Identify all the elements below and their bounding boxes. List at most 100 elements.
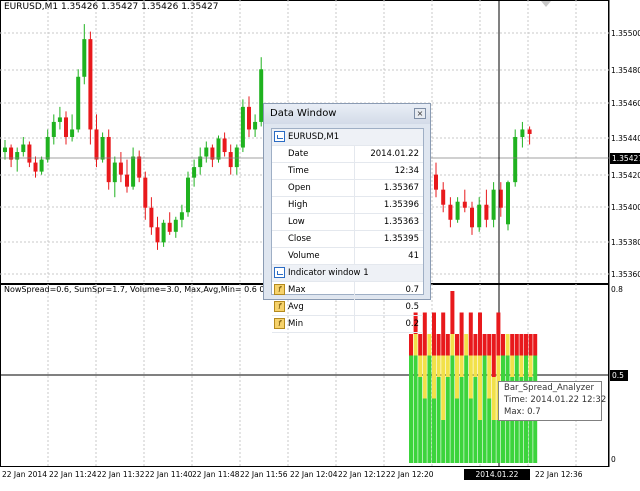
spread-avg-bar bbox=[487, 355, 492, 399]
price-tick-label: 1.35380 bbox=[611, 238, 640, 247]
close-icon[interactable]: × bbox=[414, 108, 426, 119]
data-window-row-label: Open bbox=[288, 183, 311, 193]
data-window-row-value: 41 bbox=[408, 251, 419, 261]
candle-body bbox=[204, 147, 209, 157]
data-window-row-label: Min bbox=[288, 319, 304, 329]
spread-avg-bar bbox=[491, 377, 496, 420]
data-window-row-label: Volume bbox=[288, 251, 320, 261]
spread-min-bar bbox=[432, 398, 436, 463]
indicator-window-icon bbox=[274, 267, 285, 278]
data-window-row-label: Max bbox=[288, 285, 306, 295]
spread-min-bar bbox=[478, 420, 482, 463]
time-tick-label: 22 Jan 12:12 bbox=[338, 470, 386, 479]
data-window-row-label: Avg bbox=[288, 302, 304, 312]
candle-body bbox=[462, 201, 467, 208]
data-window-symbol: EURUSD,M1 bbox=[288, 132, 340, 142]
price-tick-label: 1.35400 bbox=[611, 203, 640, 212]
time-tick-label: 22 Jan 11:48 bbox=[192, 470, 240, 479]
spread-avg-bar bbox=[459, 355, 464, 377]
candle-body bbox=[51, 121, 56, 137]
spread-min-bar bbox=[487, 398, 492, 463]
data-window-row-label: Low bbox=[288, 217, 305, 227]
spread-avg-bar bbox=[473, 355, 478, 377]
data-window-indicator-row: Indicator window 1 bbox=[272, 265, 423, 282]
time-tick-label: 22 Jan 12:36 bbox=[535, 470, 583, 479]
price-tick-label: 1.35420 bbox=[611, 171, 640, 180]
time-tick-label: 22 Jan 12:20 bbox=[386, 470, 434, 479]
candle-body bbox=[118, 162, 123, 175]
candle-body bbox=[167, 222, 172, 232]
candle-body bbox=[149, 207, 154, 228]
time-tick-label: 22 Jan 11:24 bbox=[49, 470, 97, 479]
time-tick-label: 22 Jan 2014 bbox=[2, 470, 47, 479]
spread-max-bar bbox=[468, 312, 473, 356]
spread-min-bar bbox=[482, 355, 487, 463]
candle-body bbox=[106, 136, 111, 183]
spread-max-bar bbox=[450, 291, 455, 334]
spread-max-bar bbox=[482, 334, 487, 356]
data-window-row-min: f Min 0.2 bbox=[272, 316, 423, 333]
time-tick-label: 22 Jan 11:56 bbox=[240, 470, 288, 479]
candle-body bbox=[125, 174, 129, 187]
candle-body bbox=[57, 117, 62, 122]
spread-max-bar bbox=[473, 334, 478, 356]
data-window-row-label: Time bbox=[288, 166, 309, 176]
data-window-titlebar[interactable]: Data Window × bbox=[264, 104, 430, 124]
function-icon: f bbox=[274, 318, 285, 329]
candle-body bbox=[216, 138, 221, 160]
data-window-row-value: 1.35395 bbox=[383, 234, 419, 244]
spread-max-bar bbox=[459, 312, 464, 356]
candle-body bbox=[222, 138, 227, 153]
spread-max-bar bbox=[436, 334, 441, 356]
data-window[interactable]: Data Window × EURUSD,M1 Date 2014.01.22 Ti… bbox=[263, 103, 431, 333]
spread-min-bar bbox=[445, 377, 450, 463]
candle-body bbox=[192, 167, 197, 178]
data-window-row-time: Time 12:34 bbox=[272, 163, 423, 180]
spread-max-bar bbox=[514, 334, 519, 356]
candle-body bbox=[234, 147, 239, 168]
spread-max-bar bbox=[455, 334, 459, 356]
spread-min-bar bbox=[441, 420, 446, 463]
candle-body bbox=[94, 129, 99, 160]
spread-avg-bar bbox=[445, 355, 450, 377]
chart-symbol-header: EURUSD,M1 1.35426 1.35427 1.35426 1.3542… bbox=[4, 2, 219, 12]
candle-body bbox=[240, 106, 245, 148]
data-window-row-value: 12:34 bbox=[394, 166, 420, 176]
data-window-table: EURUSD,M1 Date 2014.01.22 Time 12:34 Open 1.3… bbox=[271, 128, 424, 333]
spread-avg-bar bbox=[432, 355, 436, 399]
candle-body bbox=[434, 174, 438, 190]
time-tick-label: 22 Jan 12:04 bbox=[290, 470, 338, 479]
spread-min-bar bbox=[436, 377, 441, 463]
spread-max-bar bbox=[533, 334, 538, 356]
spread-max-bar bbox=[441, 312, 446, 356]
price-tick-label: 1.35460 bbox=[611, 99, 640, 108]
candle-body bbox=[70, 129, 75, 137]
spread-min-bar bbox=[418, 377, 423, 463]
spread-avg-bar bbox=[441, 355, 446, 420]
tooltip-max: Max: 0.7 bbox=[504, 407, 541, 417]
data-window-row-date: Date 2014.01.22 bbox=[272, 146, 423, 163]
function-icon: f bbox=[274, 284, 285, 295]
candle-body bbox=[76, 76, 81, 130]
indicator-tooltip: Bar_Spread_Analyzer Time: 2014.01.22 12:… bbox=[498, 381, 606, 421]
spread-max-bar bbox=[528, 334, 533, 356]
spread-avg-bar bbox=[464, 334, 469, 356]
candle-body bbox=[477, 204, 482, 228]
spread-min-bar bbox=[413, 355, 418, 463]
candle-body bbox=[520, 129, 525, 137]
candle-body bbox=[88, 39, 93, 130]
candle-body bbox=[179, 212, 184, 220]
spread-max-bar bbox=[478, 312, 482, 356]
data-window-indicator-label: Indicator window 1 bbox=[288, 268, 369, 278]
spread-min-bar bbox=[427, 355, 432, 463]
spread-min-bar bbox=[450, 355, 455, 463]
spread-min-bar bbox=[496, 420, 501, 463]
spread-max-bar bbox=[491, 334, 496, 377]
spread-min-bar bbox=[464, 355, 469, 463]
candle-body bbox=[484, 204, 489, 220]
data-window-row-high: High 1.35396 bbox=[272, 197, 423, 214]
spread-min-bar bbox=[422, 398, 427, 463]
candle-body bbox=[455, 201, 460, 220]
spread-avg-bar bbox=[505, 334, 510, 356]
data-window-row-label: High bbox=[288, 200, 308, 210]
